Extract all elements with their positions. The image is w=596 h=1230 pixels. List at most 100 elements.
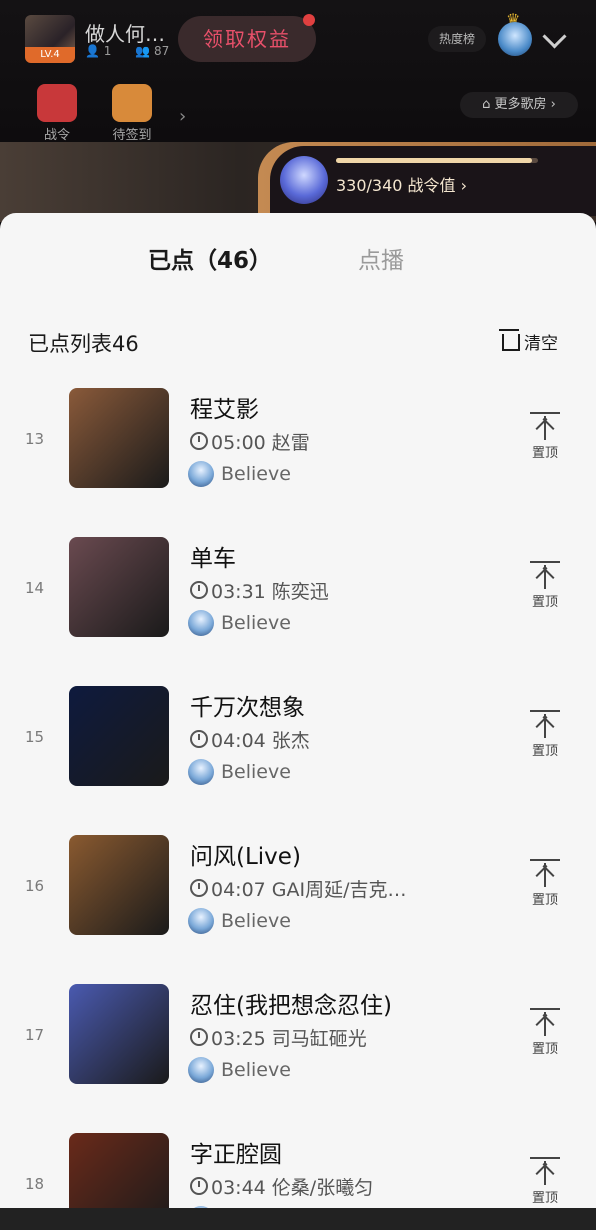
clock-icon (190, 879, 208, 897)
song-meta: 03:31 陈奕迅 (190, 577, 329, 604)
song-duration-artist: 05:00 赵雷 (211, 432, 310, 454)
song-title: 忍住(我把想念忍住) (190, 993, 392, 1019)
clock-icon (190, 1177, 208, 1195)
song-row[interactable]: 18字正腔圆03:44 伦桑/张曦匀Believe置顶 (0, 1133, 596, 1208)
pin-top-label: 置顶 (531, 1191, 558, 1206)
song-meta: 04:04 张杰 (190, 726, 310, 753)
nav-item-label: 待签到 (112, 128, 152, 143)
room-level-badge: LV.4 (25, 47, 75, 63)
song-meta: 03:25 司马缸砸光 (190, 1024, 367, 1051)
clock-icon (190, 730, 208, 748)
song-index: 14 (25, 579, 45, 597)
home-icon: ⌂ (482, 97, 495, 112)
battle-pass-progress-bar (336, 158, 538, 163)
pin-top-label: 置顶 (531, 744, 558, 759)
song-row[interactable]: 13 程艾影 05:00 赵雷 Believe 置顶 (0, 388, 596, 537)
album-cover[interactable] (69, 537, 169, 637)
battle-pass-shield-icon (280, 156, 328, 204)
song-duration-artist: 03:31 陈奕迅 (211, 581, 329, 603)
battle-pass-progress-fill (336, 158, 532, 163)
arrow-up-icon (530, 861, 560, 887)
song-title: 千万次想象 (190, 695, 305, 721)
nav-item-check-in[interactable]: 待签到 (102, 84, 162, 143)
heat-rank-badge[interactable]: 热度榜 (428, 26, 486, 52)
clear-label: 清空 (524, 334, 558, 354)
requester: Believe (188, 908, 291, 934)
song-duration-artist: 04:04 张杰 (211, 730, 310, 752)
requester-name: Believe (221, 761, 291, 783)
pin-top-label: 置顶 (531, 1042, 558, 1057)
album-cover[interactable] (69, 388, 169, 488)
song-index: 18 (25, 1175, 45, 1193)
pin-top-button[interactable]: 置顶 (526, 561, 564, 610)
claim-benefits-button[interactable]: 领取权益 (178, 16, 316, 62)
fans-count: 👥 87 (135, 44, 170, 58)
song-row[interactable]: 15 千万次想象 04:04 张杰 Believe 置顶 (0, 686, 596, 835)
more-rooms-button[interactable]: ⌂ 更多歌房 › (460, 92, 578, 118)
clock-icon (190, 432, 208, 450)
pin-top-button[interactable]: 置顶 (526, 1157, 564, 1206)
song-meta: 03:44 伦桑/张曦匀 (190, 1173, 373, 1200)
arrow-up-icon (530, 1010, 560, 1036)
song-title: 字正腔圆 (190, 1142, 282, 1168)
pin-top-label: 置顶 (531, 446, 558, 461)
arrow-up-icon (530, 1159, 560, 1185)
album-cover[interactable] (69, 835, 169, 935)
arrow-up-icon (530, 414, 560, 440)
chevron-right-icon[interactable]: › (179, 106, 186, 127)
requester-avatar (188, 461, 214, 487)
album-cover[interactable] (69, 984, 169, 1084)
notification-dot (303, 14, 315, 26)
list-title: 已点列表46 (28, 332, 139, 356)
nav-item-battle-pass[interactable]: 战令 (27, 84, 87, 143)
album-cover[interactable] (69, 1133, 169, 1208)
members-count: 👤 1 (85, 44, 112, 58)
pin-top-button[interactable]: 置顶 (526, 1008, 564, 1057)
song-duration-artist: 03:25 司马缸砸光 (211, 1028, 367, 1050)
requester-avatar (188, 908, 214, 934)
song-row[interactable]: 17 忍住(我把想念忍住) 03:25 司马缸砸光 Believe 置顶 (0, 984, 596, 1133)
requester: Believe (188, 759, 291, 785)
song-meta: 05:00 赵雷 (190, 428, 310, 455)
arrow-up-icon (530, 712, 560, 738)
requester-avatar (188, 610, 214, 636)
arrow-up-icon (530, 563, 560, 589)
song-row[interactable]: 16 问风(Live) 04:07 GAI周延/吉克… Believe 置顶 (0, 835, 596, 984)
song-list-sheet: 已点（46） 点播 已点列表46 清空 13 程艾影 05:00 赵雷 Believe… (0, 213, 596, 1208)
requester: Believe (188, 610, 291, 636)
song-duration-artist: 03:44 伦桑/张曦匀 (211, 1177, 374, 1199)
trash-icon (499, 329, 520, 351)
requester-avatar (188, 759, 214, 785)
pin-top-button[interactable]: 置顶 (526, 412, 564, 461)
song-index: 17 (25, 1026, 45, 1044)
pin-top-button[interactable]: 置顶 (526, 710, 564, 759)
room-name[interactable]: 做人何… (85, 18, 165, 47)
user-avatar[interactable] (498, 22, 532, 56)
nav-item-label: 战令 (43, 128, 70, 143)
song-row[interactable]: 14 单车 03:31 陈奕迅 Believe 置顶 (0, 537, 596, 686)
room-avatar[interactable]: LV.4 (25, 15, 75, 63)
requester-name: Believe (221, 612, 291, 634)
album-cover[interactable] (69, 686, 169, 786)
song-title: 问风(Live) (190, 844, 301, 870)
battle-pass-value[interactable]: 330/340 战令值 › (336, 172, 467, 196)
tab-requested[interactable]: 已点（46） (148, 241, 272, 275)
pin-top-button[interactable]: 置顶 (526, 859, 564, 908)
pin-top-label: 置顶 (531, 893, 558, 908)
song-index: 16 (25, 877, 45, 895)
requester: Believe (188, 461, 291, 487)
requester-name: Believe (221, 1059, 291, 1081)
song-meta: 04:07 GAI周延/吉克… (190, 875, 407, 902)
song-duration-artist: 04:07 GAI周延/吉克… (211, 879, 407, 901)
battle-pass-icon (37, 84, 77, 122)
clear-button[interactable]: 清空 (499, 329, 558, 354)
song-title: 程艾影 (190, 397, 259, 423)
more-rooms-label: 更多歌房 (494, 97, 547, 112)
pin-top-label: 置顶 (531, 595, 558, 610)
clock-icon (190, 1028, 208, 1046)
check-in-icon (112, 84, 152, 122)
requester: Believe (188, 1057, 291, 1083)
song-title: 单车 (190, 546, 236, 572)
tab-request-song[interactable]: 点播 (358, 241, 404, 275)
song-index: 13 (25, 430, 45, 448)
